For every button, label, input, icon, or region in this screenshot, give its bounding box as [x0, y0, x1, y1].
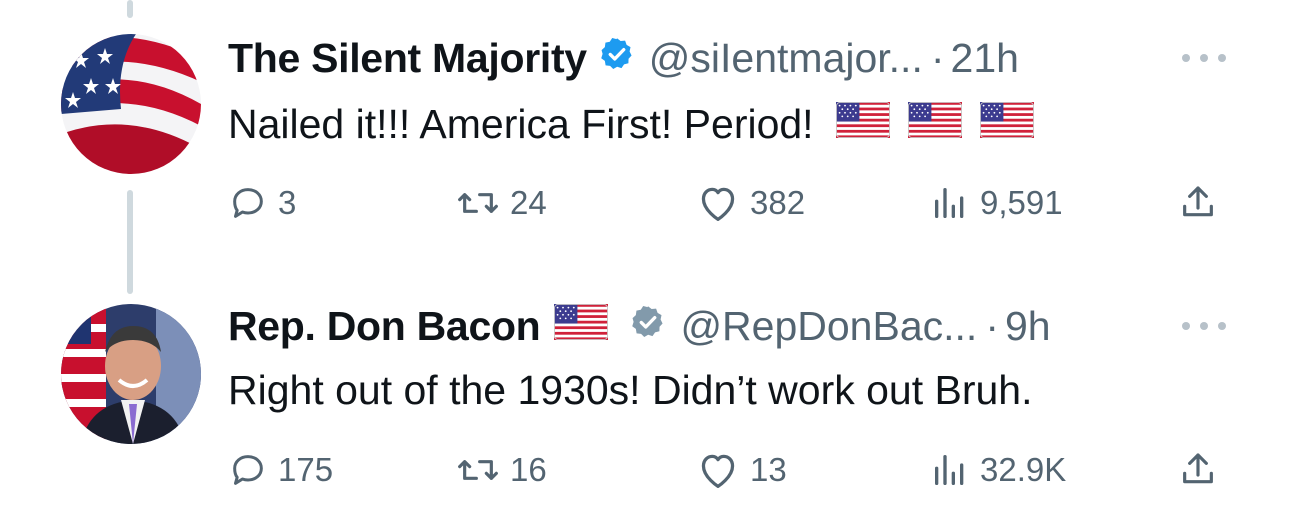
views-icon: [935, 188, 964, 218]
views-button[interactable]: 9,591: [930, 178, 1063, 228]
tweet-header: The Silent Majority @siIentmajor... · 21…: [228, 30, 1019, 86]
tweet-text-content: Nailed it!!! America First! Period!: [228, 100, 814, 147]
tweet-text-content: Right out of the 1930s! Didn’t work out …: [228, 366, 1033, 413]
timestamp[interactable]: 9h: [1005, 303, 1051, 350]
more-icon[interactable]: [1182, 48, 1226, 68]
separator-dot: ·: [930, 34, 945, 81]
tweet-thread: The Silent Majority @siIentmajor... · 21…: [0, 0, 1290, 507]
like-count: 13: [750, 451, 787, 488]
tweet-text: Nailed it!!! America First! Period!: [228, 98, 1034, 150]
handle[interactable]: @siIentmajor...: [649, 35, 923, 82]
us-flag-emoji: [980, 101, 1034, 148]
reply-count: 3: [278, 184, 297, 221]
us-flag-emoji: [554, 303, 608, 350]
display-name[interactable]: The Silent Majority: [228, 35, 587, 82]
retweet-button[interactable]: 24: [456, 178, 547, 228]
share-button[interactable]: [1178, 445, 1218, 495]
like-count: 382: [750, 184, 806, 221]
reply-button[interactable]: 175: [228, 445, 333, 495]
timestamp[interactable]: 21h: [951, 35, 1019, 82]
flag-avatar-image: [61, 34, 201, 174]
tweet[interactable]: Rep. Don Bacon @RepDonBac... · 9h Right …: [0, 270, 1290, 507]
avatar[interactable]: [61, 34, 201, 174]
more-icon[interactable]: [1182, 316, 1226, 336]
us-flag-emoji: [908, 101, 962, 148]
like-icon: [701, 187, 735, 221]
retweet-button[interactable]: 16: [456, 445, 547, 495]
share-icon: [1183, 453, 1213, 484]
verified-badge-icon[interactable]: [599, 35, 635, 82]
tweet[interactable]: The Silent Majority @siIentmajor... · 21…: [0, 0, 1290, 270]
views-count: 32.9K: [980, 451, 1067, 488]
views-count: 9,591: [980, 184, 1063, 221]
handle[interactable]: @RepDonBac...: [680, 303, 977, 350]
separator-dot: ·: [985, 302, 999, 349]
views-button[interactable]: 32.9K: [930, 445, 1066, 495]
reply-icon: [233, 455, 263, 485]
tweet-actions: 175 16 13 32.9K: [228, 445, 1228, 495]
tweet-text: Right out of the 1930s! Didn’t work out …: [228, 364, 1033, 416]
reply-count: 175: [278, 451, 334, 488]
views-icon: [935, 455, 964, 485]
reply-icon: [233, 188, 263, 218]
retweet-count: 24: [510, 184, 547, 221]
display-name[interactable]: Rep. Don Bacon: [228, 303, 541, 350]
like-button[interactable]: 382: [696, 178, 805, 228]
portrait-avatar-image: [61, 304, 201, 444]
share-button[interactable]: [1178, 178, 1218, 228]
share-icon: [1183, 186, 1213, 217]
reply-button[interactable]: 3: [228, 178, 296, 228]
like-icon: [701, 454, 735, 488]
tweet-header: Rep. Don Bacon @RepDonBac... · 9h: [228, 298, 1051, 354]
tweet-actions: 3 24 382 9,591: [228, 178, 1228, 228]
like-button[interactable]: 13: [696, 445, 787, 495]
us-flag-emoji: [836, 101, 890, 148]
retweet-count: 16: [510, 451, 547, 488]
avatar[interactable]: [61, 304, 201, 444]
retweet-icon: [458, 193, 498, 213]
verified-badge-icon[interactable]: [630, 303, 666, 350]
retweet-icon: [458, 460, 498, 480]
